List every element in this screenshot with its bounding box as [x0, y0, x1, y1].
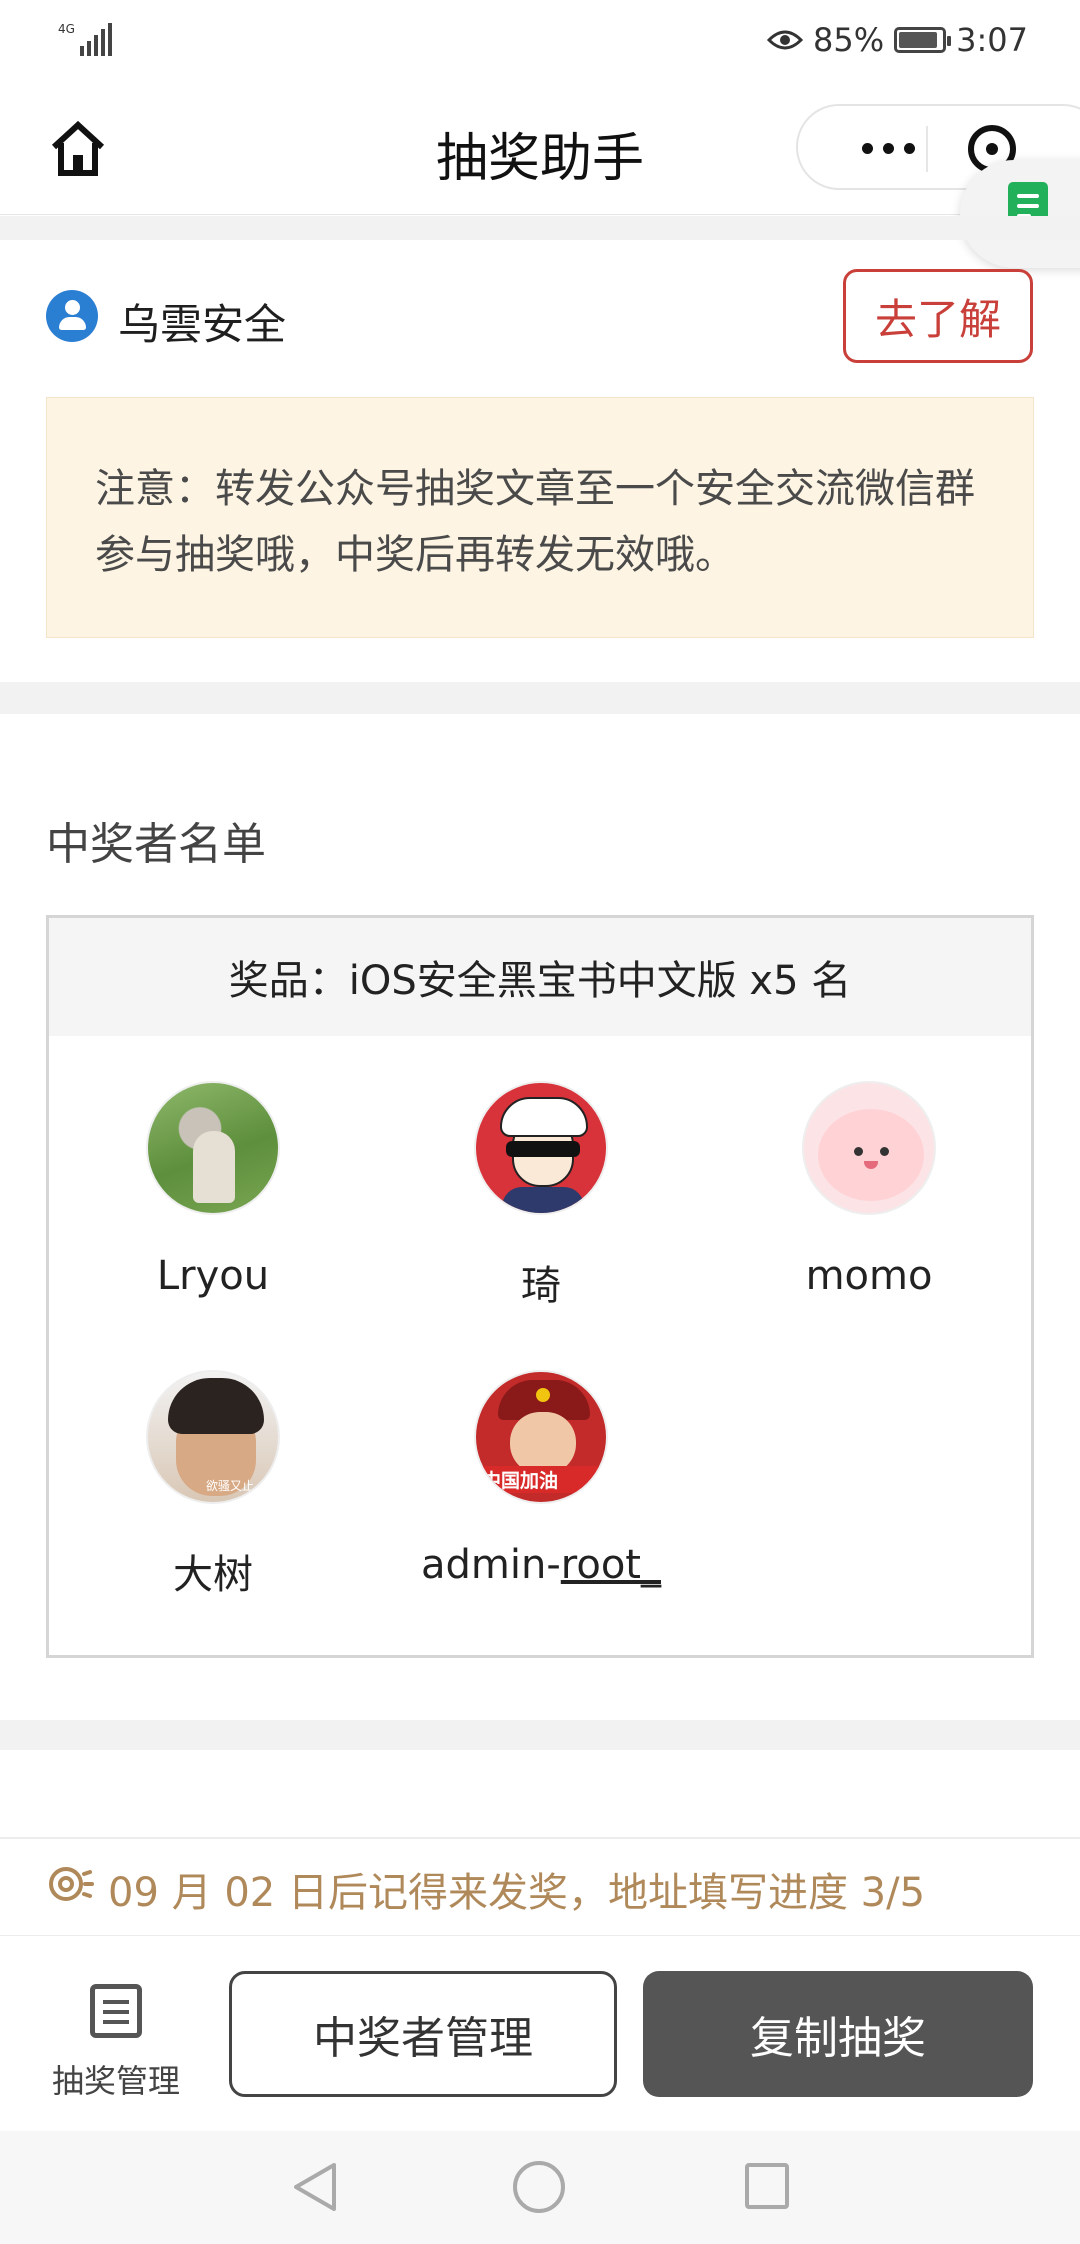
section-divider — [0, 1720, 1080, 1750]
lottery-manage-label: 抽奖管理 — [51, 2062, 180, 2100]
winners-list: 奖品：iOS安全黑宝书中文版 x5 名 Lryou 琦 momo 欲骚又止 大树… — [46, 915, 1034, 1658]
home-circle-icon[interactable] — [513, 2161, 565, 2213]
winner-item[interactable]: 欲骚又止 大树 — [63, 1370, 363, 1600]
winner-name: admin-root_ — [421, 1542, 661, 1588]
avatar-banner: 中国加油 — [476, 1466, 606, 1493]
battery-fill — [899, 32, 937, 48]
org-name[interactable]: 乌雲安全 — [118, 291, 286, 352]
capsule-divider — [926, 126, 928, 172]
battery-icon — [894, 27, 952, 53]
section-divider — [0, 682, 1080, 714]
recent-apps-icon[interactable] — [745, 2163, 789, 2209]
copy-lottery-button[interactable]: 复制抽奖 — [643, 1971, 1033, 2097]
winner-item[interactable]: 琦 — [391, 1081, 691, 1311]
bottom-action-bar: 抽奖管理 中奖者管理 复制抽奖 — [0, 1935, 1080, 2131]
app-header: 抽奖助手 — [0, 80, 1080, 215]
winner-name: 大树 — [173, 1552, 253, 1598]
reminder-bar: 09 月 02 日后记得来发奖，地址填写进度 3/5 — [0, 1840, 1080, 1934]
section-divider — [0, 216, 1080, 240]
winner-item[interactable]: 中国加油 admin-root_ — [391, 1370, 691, 1588]
winner-manage-button[interactable]: 中奖者管理 — [229, 1971, 617, 2097]
lottery-manage-button[interactable]: 抽奖管理 — [36, 1984, 196, 2102]
winner-name: 琦 — [521, 1263, 561, 1309]
avatar: 欲骚又止 — [146, 1370, 280, 1504]
system-nav-bar — [0, 2131, 1080, 2244]
list-doc-icon — [90, 1984, 142, 2038]
learn-more-button[interactable]: 去了解 — [843, 269, 1033, 363]
prize-title: 奖品：iOS安全黑宝书中文版 x5 名 — [49, 918, 1031, 1036]
winner-item[interactable]: momo — [719, 1081, 1019, 1299]
winner-name: Lryou — [156, 1253, 270, 1299]
status-bar: 4G 85% 3:07 — [0, 0, 1080, 80]
floating-doc-tab[interactable] — [960, 160, 1080, 268]
notice-box: 注意：转发公众号抽奖文章至一个安全交流微信群参与抽奖哦，中奖后再转发无效哦。 — [46, 397, 1034, 638]
winner-item[interactable]: Lryou — [63, 1081, 363, 1299]
more-icon[interactable] — [838, 124, 938, 172]
winners-heading: 中奖者名单 — [46, 819, 266, 870]
signal-icon: 4G — [58, 22, 112, 56]
eye-icon — [767, 30, 804, 50]
avatar-caption: 欲骚又止 — [206, 1479, 255, 1493]
svg-text:4G: 4G — [58, 22, 75, 36]
eye-bell-icon — [49, 1867, 94, 1901]
reminder-text: 09 月 02 日后记得来发奖，地址填写进度 3/5 — [108, 1870, 926, 1916]
org-avatar-icon — [46, 290, 98, 342]
divider — [0, 1837, 1080, 1839]
back-icon[interactable] — [290, 2161, 340, 2213]
avatar — [802, 1081, 936, 1215]
winner-name: momo — [805, 1253, 933, 1299]
avatar — [474, 1081, 608, 1215]
clock: 3:07 — [956, 21, 1028, 59]
battery-percent: 85% — [813, 21, 885, 59]
avatar — [146, 1081, 280, 1215]
avatar: 中国加油 — [474, 1370, 608, 1504]
